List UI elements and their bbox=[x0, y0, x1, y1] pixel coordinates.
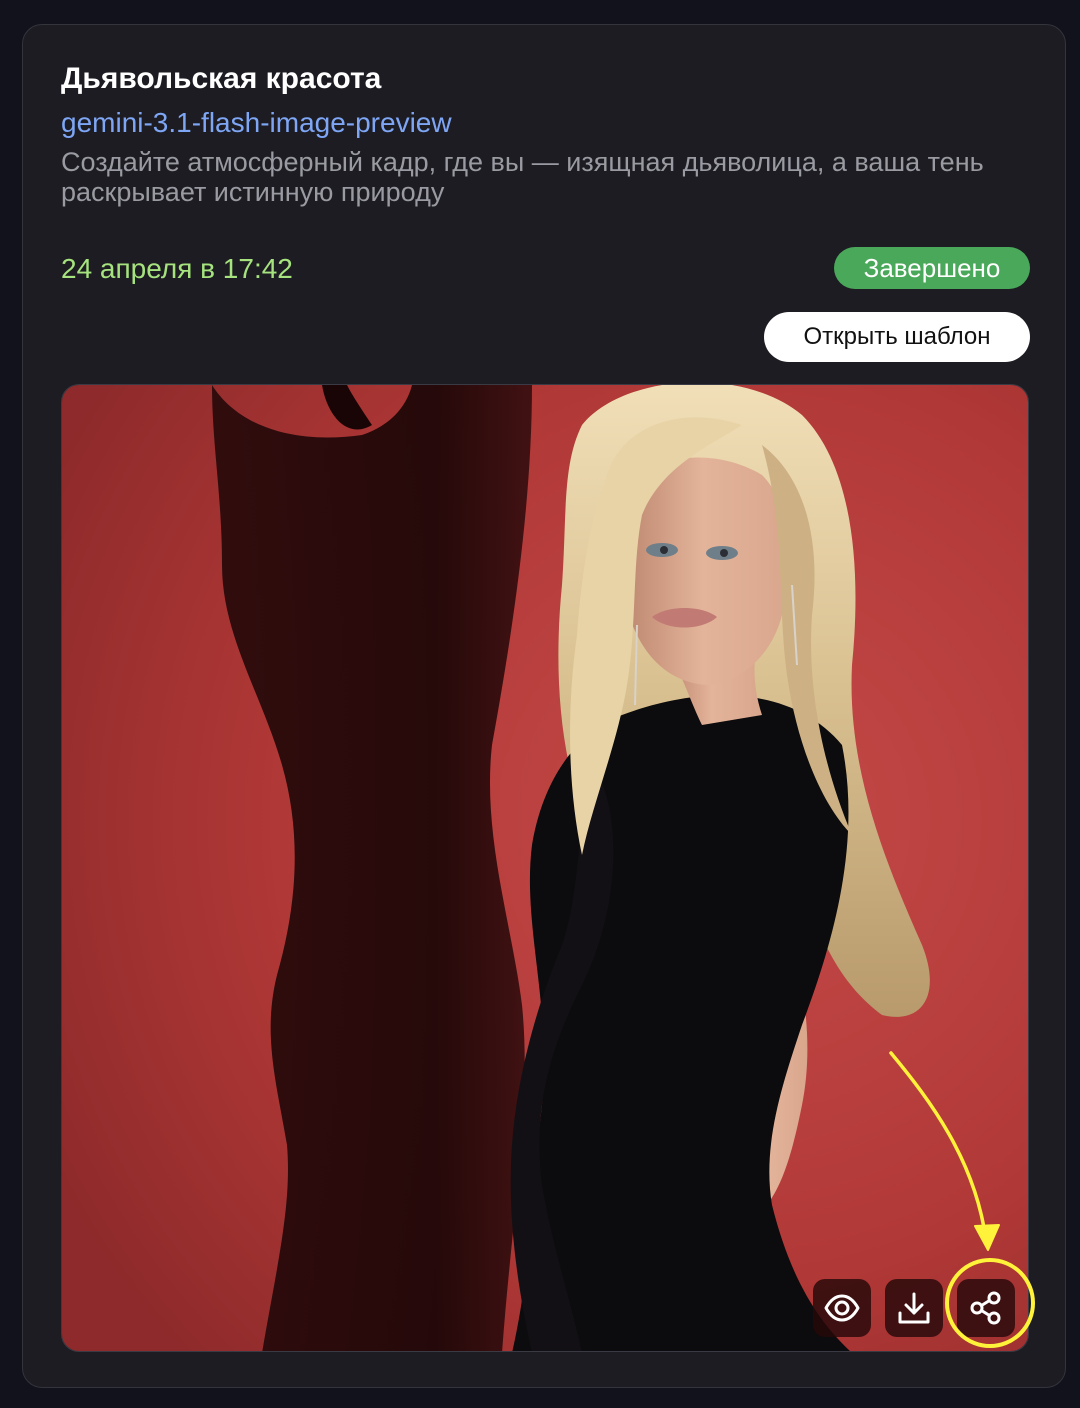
eye-icon bbox=[824, 1294, 860, 1322]
generation-card: Дьявольская красота gemini-3.1-flash-ima… bbox=[22, 24, 1066, 1388]
generated-image[interactable] bbox=[61, 384, 1029, 1352]
model-link[interactable]: gemini-3.1-flash-image-preview bbox=[61, 105, 452, 141]
status-badge: Завершено bbox=[834, 247, 1030, 289]
card-title: Дьявольская красота bbox=[61, 62, 382, 95]
view-button[interactable] bbox=[813, 1279, 871, 1337]
card-description: Создайте атмосферный кадр, где вы — изящ… bbox=[61, 147, 984, 207]
share-button[interactable] bbox=[957, 1279, 1015, 1337]
share-icon bbox=[970, 1291, 1001, 1325]
download-icon bbox=[898, 1292, 930, 1324]
open-template-button[interactable]: Открыть шаблон bbox=[764, 312, 1030, 362]
portrait-image bbox=[62, 385, 1028, 1351]
generation-date: 24 апреля в 17:42 bbox=[61, 253, 293, 284]
download-button[interactable] bbox=[885, 1279, 943, 1337]
